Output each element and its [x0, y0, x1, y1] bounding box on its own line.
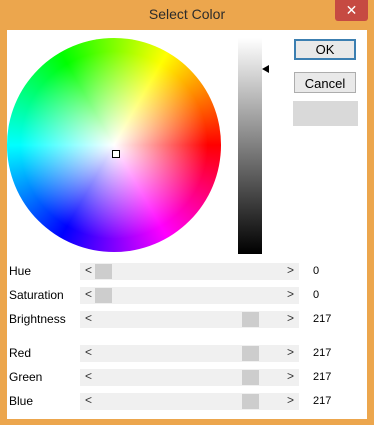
cancel-button[interactable]: Cancel: [294, 72, 356, 93]
dialog-client: OK Cancel Hue < > 0 Saturation < > 0 Bri…: [7, 30, 367, 419]
blue-left-arrow-icon[interactable]: <: [85, 393, 92, 407]
brightness-slider[interactable]: < >: [80, 311, 299, 328]
hue-row: Hue < > 0: [7, 263, 367, 281]
red-slider[interactable]: < >: [80, 345, 299, 362]
saturation-slider[interactable]: < >: [80, 287, 299, 304]
saturation-right-arrow-icon[interactable]: >: [287, 287, 294, 301]
brightness-right-arrow-icon[interactable]: >: [287, 311, 294, 325]
brightness-slider-thumb[interactable]: [242, 312, 259, 327]
red-left-arrow-icon[interactable]: <: [85, 345, 92, 359]
title-bar: Select Color ✕: [0, 0, 374, 30]
red-right-arrow-icon[interactable]: >: [287, 345, 294, 359]
saturation-value: 0: [313, 289, 320, 301]
window-frame-bottom: [0, 419, 374, 425]
saturation-row: Saturation < > 0: [7, 287, 367, 305]
green-label: Green: [9, 370, 43, 384]
red-value: 217: [313, 347, 332, 359]
blue-right-arrow-icon[interactable]: >: [287, 393, 294, 407]
saturation-label: Saturation: [9, 288, 64, 302]
hue-label: Hue: [9, 264, 32, 278]
brightness-label: Brightness: [9, 312, 66, 326]
color-wheel[interactable]: [7, 38, 221, 252]
blue-row: Blue < > 217: [7, 393, 367, 411]
close-button[interactable]: ✕: [335, 0, 368, 21]
brightness-pointer-icon[interactable]: [262, 65, 269, 73]
ok-button[interactable]: OK: [294, 39, 356, 60]
red-row: Red < > 217: [7, 345, 367, 363]
hue-right-arrow-icon[interactable]: >: [287, 263, 294, 277]
color-preview: [293, 101, 358, 126]
hue-slider[interactable]: < >: [80, 263, 299, 280]
blue-slider[interactable]: < >: [80, 393, 299, 410]
blue-slider-thumb[interactable]: [242, 394, 259, 409]
red-label: Red: [9, 346, 32, 360]
close-icon: ✕: [345, 2, 358, 18]
brightness-value: 217: [313, 313, 332, 325]
brightness-left-arrow-icon[interactable]: <: [85, 311, 92, 325]
wheel-selection-marker[interactable]: [112, 150, 120, 158]
brightness-row: Brightness < > 217: [7, 311, 367, 329]
blue-value: 217: [313, 395, 332, 407]
saturation-slider-thumb[interactable]: [95, 288, 112, 303]
hue-left-arrow-icon[interactable]: <: [85, 263, 92, 277]
green-value: 217: [313, 371, 332, 383]
saturation-left-arrow-icon[interactable]: <: [85, 287, 92, 301]
green-right-arrow-icon[interactable]: >: [287, 369, 294, 383]
blue-label: Blue: [9, 394, 34, 408]
green-left-arrow-icon[interactable]: <: [85, 369, 92, 383]
window-frame-right: [367, 30, 374, 425]
window-title: Select Color: [148, 6, 226, 22]
hue-slider-thumb[interactable]: [95, 264, 112, 279]
red-slider-thumb[interactable]: [242, 346, 259, 361]
green-row: Green < > 217: [7, 369, 367, 387]
green-slider[interactable]: < >: [80, 369, 299, 386]
window-frame-left: [0, 30, 7, 425]
brightness-bar[interactable]: [238, 38, 262, 254]
hue-value: 0: [313, 265, 320, 277]
green-slider-thumb[interactable]: [242, 370, 259, 385]
